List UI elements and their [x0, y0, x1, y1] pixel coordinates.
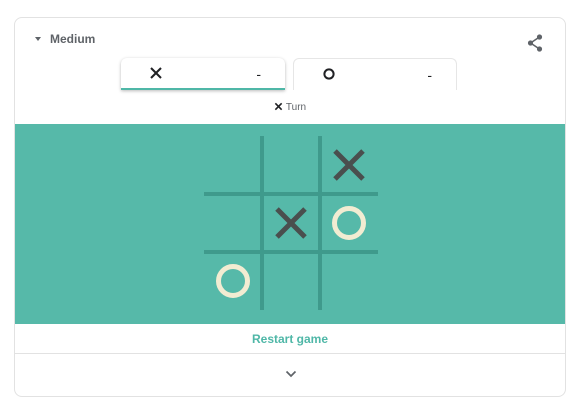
tic-tac-toe-card: Medium - - Turn Restart game [14, 17, 566, 397]
board-cell[interactable] [262, 136, 320, 194]
turn-label: Turn [285, 102, 307, 113]
player-o-tab[interactable]: - [293, 58, 457, 90]
caret-down-icon [35, 37, 41, 41]
restart-game-button[interactable]: Restart game [15, 324, 565, 354]
player-scoreboard: - - [121, 58, 461, 90]
share-button[interactable] [525, 33, 545, 53]
board-cell[interactable] [320, 252, 378, 310]
board-cell[interactable] [204, 136, 262, 194]
board-cell[interactable] [204, 194, 262, 252]
chevron-down-icon [285, 370, 297, 378]
game-board [15, 124, 565, 324]
game-board-area [15, 124, 565, 324]
player-x-score: - [256, 66, 261, 82]
player-x-tab[interactable]: - [121, 58, 285, 90]
turn-indicator: Turn [15, 102, 565, 113]
o-mark-icon [323, 68, 335, 80]
x-mark-icon [150, 67, 162, 79]
expand-button[interactable] [15, 354, 565, 396]
board-cell[interactable] [320, 194, 378, 252]
difficulty-label: Medium [50, 32, 96, 46]
player-o-score: - [427, 67, 432, 83]
difficulty-dropdown[interactable]: Medium [35, 32, 95, 46]
share-icon [527, 34, 543, 52]
board-cell[interactable] [262, 252, 320, 310]
board-cell[interactable] [204, 252, 262, 310]
x-mark-icon [274, 102, 283, 111]
